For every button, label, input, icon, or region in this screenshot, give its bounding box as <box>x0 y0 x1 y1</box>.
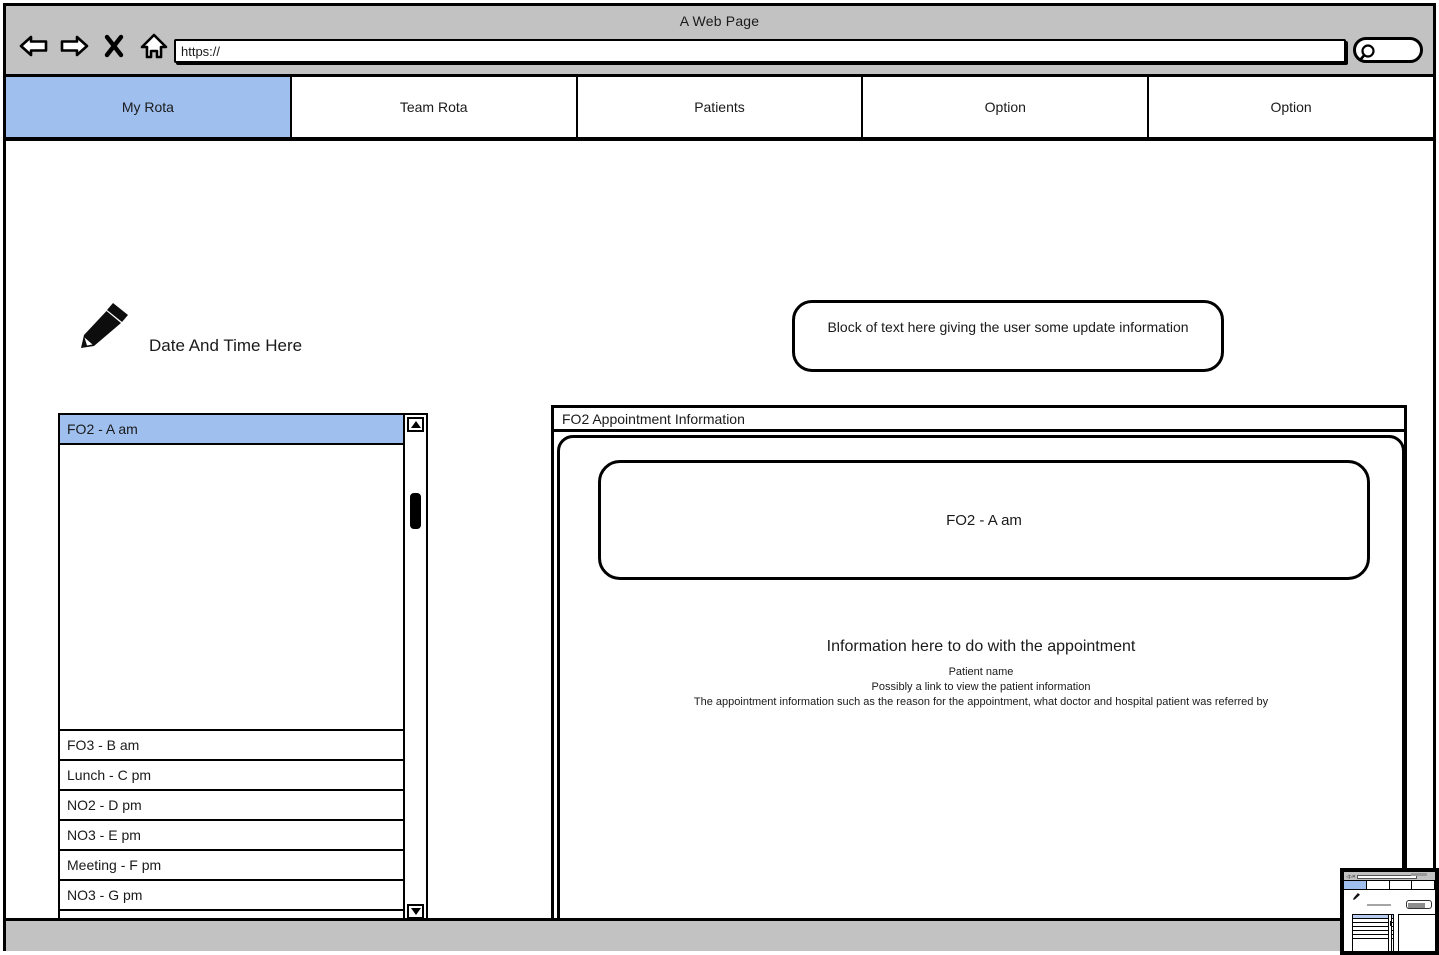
stop-x-icon[interactable] <box>98 31 130 61</box>
list-item[interactable]: Lunch - C pm <box>60 761 403 791</box>
list-item[interactable]: NO3 - E pm <box>60 821 403 851</box>
rota-list[interactable]: FO2 - A am FO3 - B am Lunch - C pm NO2 -… <box>58 413 428 923</box>
browser-status-bar <box>6 918 1433 951</box>
scroll-up-arrow-icon[interactable] <box>407 417 424 432</box>
mini-preview-tab <box>1412 881 1435 889</box>
tab-team-rota[interactable]: Team Rota <box>291 77 578 137</box>
appointment-panel-title: FO2 Appointment Information <box>554 408 1404 432</box>
date-time-label: Date And Time Here <box>149 336 303 355</box>
tab-patients[interactable]: Patients <box>577 77 864 137</box>
faint-artifact <box>661 354 781 380</box>
list-item[interactable]: Meeting - F pm <box>60 851 403 881</box>
home-icon[interactable] <box>138 31 170 61</box>
mini-preview-tab <box>1344 881 1367 889</box>
appointment-info-title: Information here to do with the appointm… <box>826 638 1136 655</box>
appointment-info: Information here to do with the appointm… <box>560 638 1402 710</box>
url-input[interactable]: https:// <box>181 44 220 59</box>
mini-preview-scrollbar-thumb <box>1389 921 1392 926</box>
mini-preview-tabs <box>1344 881 1435 890</box>
mini-preview-scrollbar <box>1388 914 1392 951</box>
appointment-panel: FO2 Appointment Information FO2 - A am I… <box>551 405 1407 947</box>
mini-preview-title <box>1411 873 1427 876</box>
forward-arrow-icon[interactable] <box>58 31 90 61</box>
scrollbar-thumb[interactable] <box>410 493 421 529</box>
rota-list-scrollbar[interactable] <box>403 415 426 921</box>
appointment-panel-inner: FO2 - A am Information here to do with t… <box>557 435 1405 940</box>
list-item[interactable]: NO3 - G pm <box>60 881 403 911</box>
tab-my-rota[interactable]: My Rota <box>6 77 292 137</box>
back-arrow-icon[interactable] <box>18 31 50 61</box>
page-body: My Rota Team Rota Patients Option Option <box>6 77 1433 951</box>
mini-preview-url-bar <box>1357 874 1417 879</box>
browser-nav-icons <box>18 31 170 61</box>
mini-preview-chrome: ◁▷✕ <box>1344 872 1435 881</box>
list-item[interactable]: FO3 - B am <box>60 731 403 761</box>
browser-window: A Web Page https:// My Rota Team Rota Pa… <box>3 3 1436 951</box>
mini-preview-date-label <box>1367 904 1391 906</box>
mini-preview-panel <box>1398 914 1435 951</box>
list-item[interactable]: NO2 - D pm <box>60 791 403 821</box>
list-item[interactable]: FO2 - A am <box>60 415 403 445</box>
mini-preview-nav-icons: ◁▷✕ <box>1346 874 1356 880</box>
tab-option-2[interactable]: Option <box>1149 77 1433 137</box>
update-info-box: Block of text here giving the user some … <box>792 300 1224 372</box>
appointment-slot-box: FO2 - A am <box>598 460 1370 580</box>
mini-preview-thumbnail[interactable]: ◁▷✕ <box>1340 868 1439 955</box>
screenshot-root: A Web Page https:// My Rota Team Rota Pa… <box>0 0 1439 955</box>
search-icon <box>1359 44 1375 61</box>
appointment-info-line: Patient name <box>948 666 1014 678</box>
pencil-icon[interactable] <box>78 301 134 356</box>
mini-preview-tab <box>1389 881 1413 889</box>
appointment-info-line[interactable]: Possibly a link to view the patient info… <box>560 680 1402 695</box>
mini-preview-tab <box>1366 881 1390 889</box>
tab-strip: My Rota Team Rota Patients Option Option <box>6 77 1433 141</box>
content-area: Date And Time Here Block of text here gi… <box>6 141 1433 951</box>
mini-preview-pencil-icon <box>1353 893 1360 900</box>
search-input[interactable] <box>1353 37 1423 63</box>
tab-option-1[interactable]: Option <box>863 77 1150 137</box>
browser-chrome: A Web Page https:// <box>6 6 1433 77</box>
mini-preview-update-box <box>1406 900 1432 909</box>
rota-list-empty-space <box>60 445 403 731</box>
scroll-down-arrow-icon[interactable] <box>407 904 424 919</box>
rota-list-items: FO2 - A am FO3 - B am Lunch - C pm NO2 -… <box>60 415 405 921</box>
mini-preview-update-text <box>1408 902 1425 908</box>
mini-preview-list-row <box>1353 935 1393 939</box>
update-info-text: Block of text here giving the user some … <box>827 319 1189 335</box>
window-title: A Web Page <box>679 13 760 29</box>
appointment-info-line: The appointment information such as the … <box>693 696 1269 708</box>
url-bar[interactable]: https:// <box>174 39 1346 63</box>
